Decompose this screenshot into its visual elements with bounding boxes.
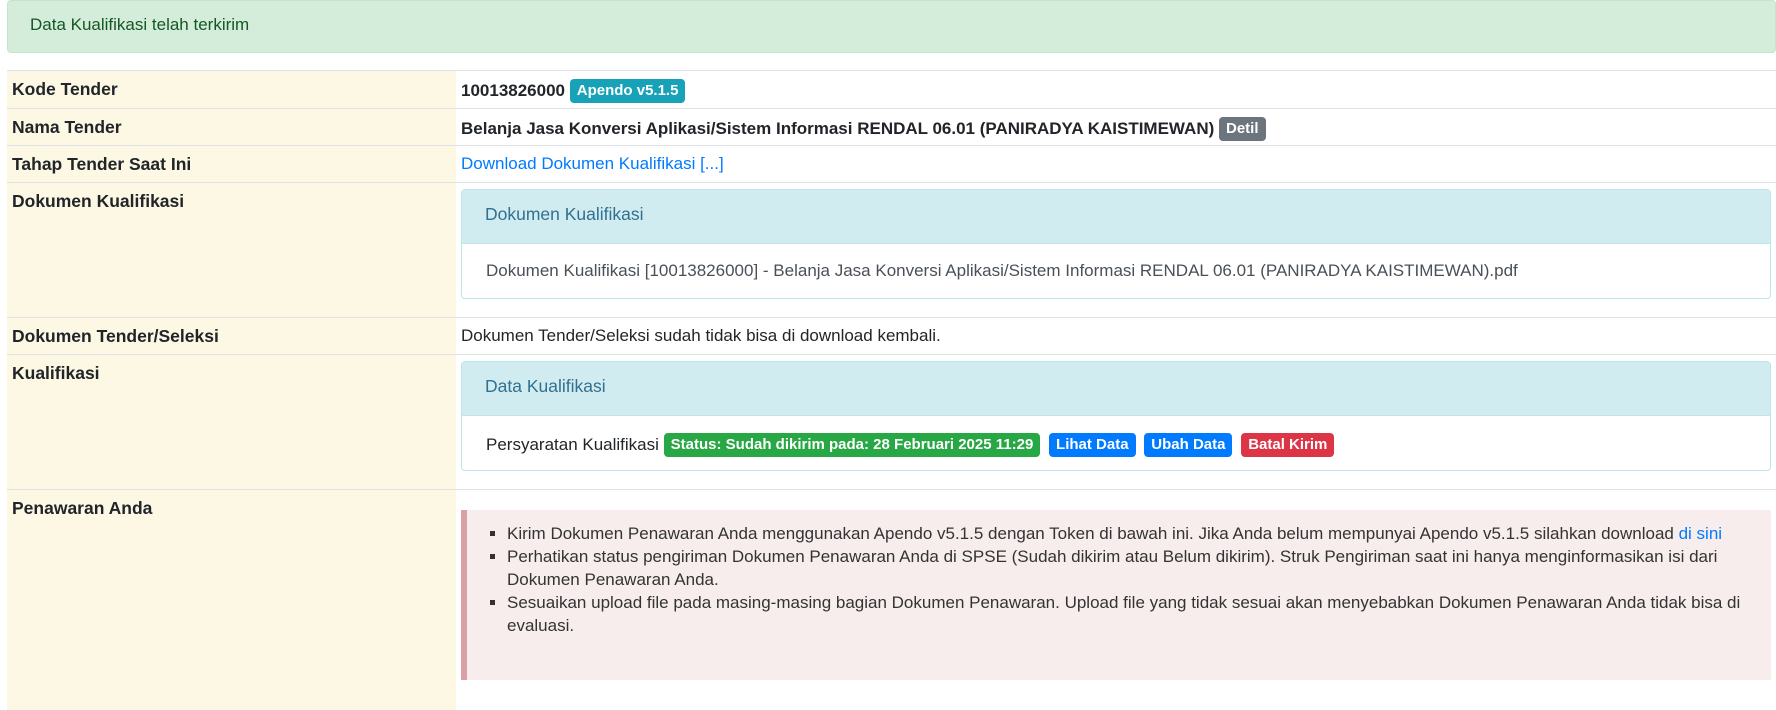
dokumen-kualifikasi-card: Dokumen Kualifikasi Dokumen Kualifikasi … (461, 189, 1771, 299)
row-nama-tender: Nama Tender Belanja Jasa Konversi Aplika… (7, 108, 1776, 146)
download-dokumen-kualifikasi-link[interactable]: Download Dokumen Kualifikasi [...] (461, 154, 724, 173)
row-tahap-tender: Tahap Tender Saat Ini Download Dokumen K… (7, 145, 1776, 183)
label-penawaran: Penawaran Anda (7, 489, 456, 710)
dokumen-tender-value: Dokumen Tender/Seleksi sudah tidak bisa … (456, 317, 1776, 355)
ubah-data-button[interactable]: Ubah Data (1144, 433, 1233, 457)
list-item: Sesuaikan upload file pada masing-masing… (507, 591, 1759, 637)
dokumen-kualifikasi-file[interactable]: Dokumen Kualifikasi [10013826000] - Bela… (486, 261, 1518, 280)
penawaran-instructions: Kirim Dokumen Penawaran Anda menggunakan… (487, 522, 1759, 637)
penawaran-info-box: Kirim Dokumen Penawaran Anda menggunakan… (461, 510, 1771, 680)
label-dokumen-tender: Dokumen Tender/Seleksi (7, 317, 456, 355)
label-tahap-tender: Tahap Tender Saat Ini (7, 145, 456, 183)
row-kualifikasi: Kualifikasi Data Kualifikasi Persyaratan… (7, 354, 1776, 490)
row-penawaran: Penawaran Anda Kirim Dokumen Penawaran A… (7, 489, 1776, 710)
list-item: Perhatikan status pengiriman Dokumen Pen… (507, 545, 1759, 591)
label-kode-tender: Kode Tender (7, 70, 456, 109)
nama-tender-value: Belanja Jasa Konversi Aplikasi/Sistem In… (461, 119, 1215, 138)
row-dokumen-kualifikasi: Dokumen Kualifikasi Dokumen Kualifikasi … (7, 182, 1776, 318)
apendo-version-badge: Apendo v5.1.5 (569, 79, 686, 103)
card-header-dokumen-kualifikasi: Dokumen Kualifikasi (462, 190, 1770, 244)
detil-button[interactable]: Detil (1219, 117, 1266, 141)
list-item: Kirim Dokumen Penawaran Anda menggunakan… (507, 522, 1759, 545)
kode-tender-value: 10013826000 (461, 81, 566, 100)
lihat-data-button[interactable]: Lihat Data (1049, 433, 1136, 457)
label-kualifikasi: Kualifikasi (7, 354, 456, 490)
label-dokumen-kualifikasi: Dokumen Kualifikasi (7, 182, 456, 318)
row-dokumen-tender: Dokumen Tender/Seleksi Dokumen Tender/Se… (7, 317, 1776, 355)
alert-message: Data Kualifikasi telah terkirim (30, 15, 250, 34)
card-header-data-kualifikasi: Data Kualifikasi (462, 362, 1770, 416)
status-badge: Status: Sudah dikirim pada: 28 Februari … (663, 433, 1041, 457)
persyaratan-kualifikasi-label: Persyaratan Kualifikasi (486, 435, 659, 454)
success-alert: Data Kualifikasi telah terkirim (7, 0, 1776, 53)
row-kode-tender: Kode Tender 10013826000 Apendo v5.1.5 (7, 70, 1776, 109)
data-kualifikasi-card: Data Kualifikasi Persyaratan Kualifikasi… (461, 361, 1771, 471)
tender-info-table: Kode Tender 10013826000 Apendo v5.1.5 Na… (7, 70, 1776, 710)
batal-kirim-button[interactable]: Batal Kirim (1241, 433, 1335, 457)
download-apendo-link[interactable]: di sini (1679, 524, 1722, 543)
label-nama-tender: Nama Tender (7, 108, 456, 146)
